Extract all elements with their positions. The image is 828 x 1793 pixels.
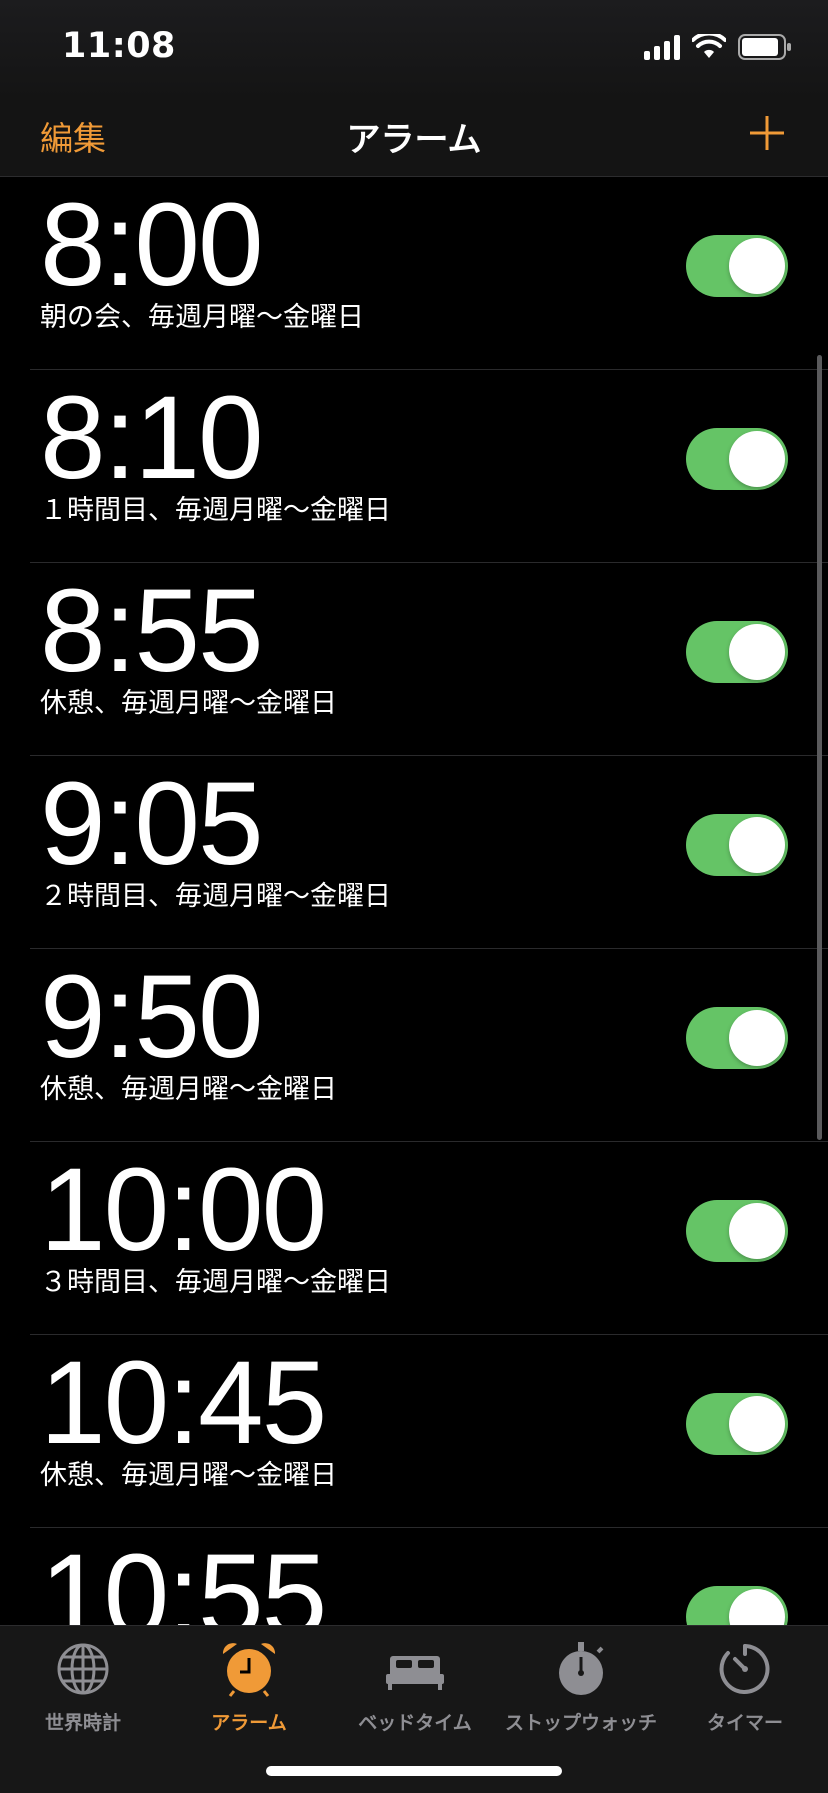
tab-label: 世界時計 (44, 1712, 121, 1734)
toggle-knob (729, 1589, 785, 1625)
alarm-label: 休憩、毎週月曜〜金曜日 (40, 688, 337, 719)
alarm-toggle[interactable] (686, 621, 788, 683)
tab-alarm[interactable]: アラーム (166, 1638, 332, 1735)
alarm-row[interactable]: 10:55 (30, 1528, 828, 1625)
alarm-row[interactable]: 10:00 ３時間目、毎週月曜〜金曜日 (30, 1142, 828, 1335)
tab-timer[interactable]: タイマー (662, 1638, 828, 1735)
bed-icon (386, 1656, 444, 1690)
alarm-time: 10:55 (40, 1530, 327, 1625)
alarm-toggle[interactable] (686, 814, 788, 876)
status-icons (644, 34, 792, 60)
toggle-knob (729, 1203, 785, 1259)
cellular-signal-icon (644, 34, 680, 60)
status-bar: 11:08 (0, 0, 828, 100)
tab-stopwatch[interactable]: ストップウォッチ (498, 1638, 664, 1735)
toggle-knob (729, 1010, 785, 1066)
tab-label: タイマー (706, 1712, 783, 1734)
toggle-knob (729, 431, 785, 487)
home-indicator[interactable] (266, 1766, 562, 1776)
tab-label: ストップウォッチ (504, 1712, 657, 1734)
alarm-toggle[interactable] (686, 428, 788, 490)
alarm-toggle[interactable] (686, 235, 788, 297)
tab-bedtime[interactable]: ベッドタイム (332, 1638, 498, 1735)
alarm-row[interactable]: 8:55 休憩、毎週月曜〜金曜日 (30, 563, 828, 756)
alarm-label: ２時間目、毎週月曜〜金曜日 (40, 881, 391, 912)
status-time: 11:08 (62, 26, 176, 66)
toggle-knob (729, 238, 785, 294)
page-title: アラーム (346, 120, 482, 160)
alarm-label: ３時間目、毎週月曜〜金曜日 (40, 1267, 391, 1298)
navigation-bar: 編集 アラーム (0, 100, 828, 177)
alarm-row[interactable]: 10:45 休憩、毎週月曜〜金曜日 (30, 1335, 828, 1528)
alarm-row[interactable]: 9:05 ２時間目、毎週月曜〜金曜日 (30, 756, 828, 949)
alarm-toggle[interactable] (686, 1393, 788, 1455)
tab-label: ベッドタイム (358, 1712, 472, 1734)
toggle-knob (729, 624, 785, 680)
stopwatch-icon (559, 1642, 604, 1695)
timer-icon (719, 1644, 770, 1694)
alarm-label: 休憩、毎週月曜〜金曜日 (40, 1074, 337, 1105)
scrollbar[interactable] (817, 355, 822, 1140)
alarm-clock-icon (222, 1643, 276, 1697)
alarm-row[interactable]: 8:00 朝の会、毎週月曜〜金曜日 (30, 177, 828, 370)
alarm-toggle[interactable] (686, 1200, 788, 1262)
globe-icon (57, 1643, 109, 1695)
wifi-icon (692, 34, 726, 58)
alarm-row[interactable]: 9:50 休憩、毎週月曜〜金曜日 (30, 949, 828, 1142)
alarm-toggle[interactable] (686, 1586, 788, 1625)
tab-label: アラーム (211, 1712, 287, 1734)
add-alarm-button[interactable] (748, 114, 786, 152)
alarm-toggle[interactable] (686, 1007, 788, 1069)
toggle-knob (729, 1396, 785, 1452)
tab-world-clock[interactable]: 世界時計 (0, 1638, 166, 1735)
alarm-label: 休憩、毎週月曜〜金曜日 (40, 1460, 337, 1491)
alarm-row[interactable]: 8:10 １時間目、毎週月曜〜金曜日 (30, 370, 828, 563)
alarm-list[interactable]: 8:00 朝の会、毎週月曜〜金曜日 8:10 １時間目、毎週月曜〜金曜日 8:5… (0, 177, 828, 1625)
battery-icon (738, 34, 791, 60)
toggle-knob (729, 817, 785, 873)
alarm-label: １時間目、毎週月曜〜金曜日 (40, 495, 391, 526)
alarm-label: 朝の会、毎週月曜〜金曜日 (40, 302, 364, 333)
